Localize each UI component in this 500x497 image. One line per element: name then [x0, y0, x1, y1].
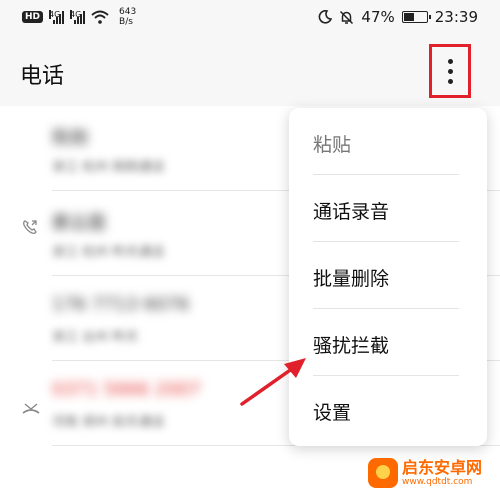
- call-name: 0371 5666 2007: [52, 379, 201, 400]
- menu-item-settings[interactable]: 设置: [289, 376, 487, 443]
- call-name: 陈刚: [52, 128, 88, 149]
- menu-item-harassment-block[interactable]: 骚扰拦截: [289, 309, 487, 376]
- watermark-url: www.qdtdt.com: [402, 477, 473, 487]
- status-time: 23:39: [434, 8, 478, 26]
- menu-item-label: 通话录音: [313, 201, 390, 223]
- watermark-name: 启东安卓网: [402, 458, 483, 477]
- status-right: 47% 23:39: [318, 8, 478, 26]
- page-title: 电话: [20, 64, 65, 89]
- missed-call-icon: [22, 403, 40, 414]
- menu-item-batch-delete[interactable]: 批量删除: [289, 242, 487, 309]
- signal-icon: 4G: [49, 10, 65, 24]
- call-name: 蔡云霞: [52, 213, 106, 234]
- menu-item-call-recording[interactable]: 通话录音: [289, 175, 487, 242]
- moon-icon: [319, 10, 333, 24]
- watermark: 启东安卓网 www.qdtdt.com: [368, 458, 482, 488]
- menu-item-label: 骚扰拦截: [313, 335, 390, 357]
- status-left: HD 4G 4G 643 B/s: [22, 7, 136, 27]
- app-header: 电话: [0, 40, 500, 106]
- battery-percent: 47%: [361, 8, 395, 26]
- call-sub: 浙江 杭州 刚刚通话: [52, 160, 165, 175]
- call-forward-icon: [23, 220, 37, 234]
- signal-icon-2: 4G: [70, 10, 86, 24]
- call-sub: 河南 郑州 前天通话: [52, 415, 165, 430]
- watermark-logo-icon: [368, 458, 398, 488]
- status-bar: HD 4G 4G 643 B/s 47% 23:39: [0, 0, 500, 40]
- menu-item-label: 设置: [313, 402, 352, 424]
- menu-item-label: 粘贴: [313, 134, 352, 156]
- more-vertical-icon: [447, 58, 453, 64]
- menu-item-paste[interactable]: 粘贴: [289, 108, 487, 175]
- call-sub: 浙江 杭州 昨天通话: [52, 245, 165, 260]
- speed-value: 643: [119, 7, 137, 17]
- speed-unit: B/s: [119, 17, 133, 27]
- call-name: 176 7713 6076: [52, 294, 190, 315]
- more-options-button[interactable]: [429, 44, 471, 98]
- hd-icon: HD: [22, 11, 44, 23]
- mute-bell-icon: [340, 10, 354, 24]
- network-speed: 643 B/s: [119, 7, 136, 27]
- call-sub: 浙江 台州 昨天: [52, 330, 139, 345]
- menu-item-label: 批量删除: [313, 268, 390, 290]
- battery-level: [403, 13, 414, 21]
- overflow-menu: 粘贴 通话录音 批量删除 骚扰拦截 设置: [289, 108, 487, 446]
- battery-icon: [401, 11, 431, 23]
- wifi-icon: [91, 10, 109, 24]
